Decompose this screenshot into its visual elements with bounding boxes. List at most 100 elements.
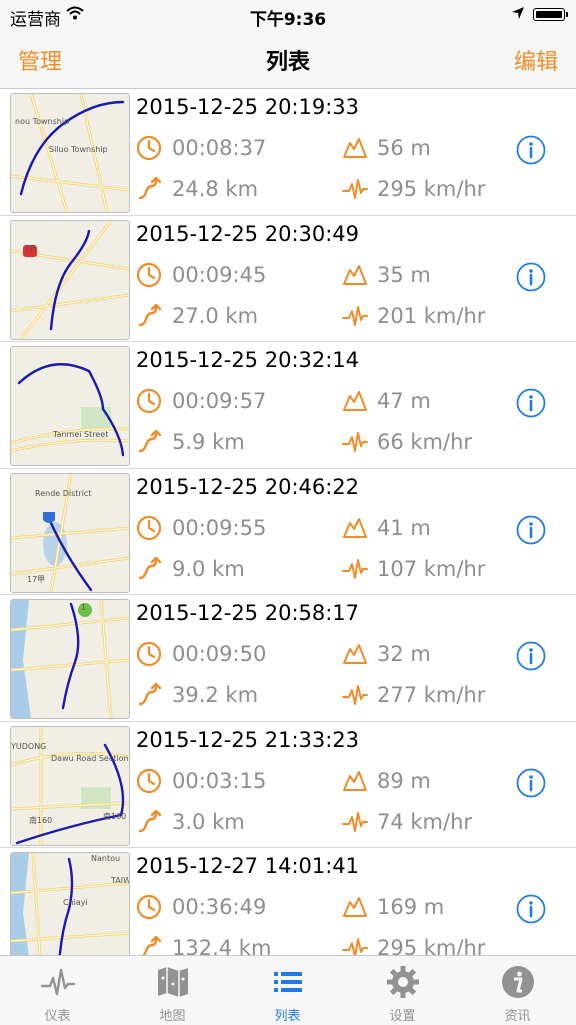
info-button[interactable] — [516, 768, 546, 798]
tab-list[interactable]: 列表 — [230, 956, 345, 1025]
map-thumbnail: 1 — [10, 599, 130, 719]
duration-value: 00:09:57 — [172, 389, 267, 413]
distance-value: 9.0 km — [172, 556, 245, 581]
tab-label: 设置 — [389, 1009, 416, 1024]
speed-value: 277 km/hr — [377, 683, 486, 707]
info-button[interactable] — [516, 388, 546, 418]
track-list[interactable]: nou Township Siluo Township 2015-12-25 20:… — [0, 89, 576, 955]
speed-value: 295 km/hr — [377, 936, 486, 955]
map-label: 南160 — [103, 811, 126, 821]
map-label: 南160 — [29, 815, 52, 825]
speed-icon — [342, 935, 368, 955]
mountain-icon — [342, 388, 368, 414]
info-button[interactable] — [516, 135, 546, 165]
altitude-value: 35 m — [377, 262, 431, 287]
tab-dashboard[interactable]: 仪表 — [0, 956, 115, 1025]
clock-icon — [136, 515, 162, 541]
track-date: 2015-12-27 14:01:41 — [136, 854, 360, 878]
clock-icon — [136, 388, 162, 414]
speed-value: 74 km/hr — [377, 809, 473, 834]
distance-icon — [136, 682, 162, 708]
track-date: 2015-12-25 20:30:49 — [136, 221, 360, 246]
map-label: nou Township — [15, 117, 69, 126]
tab-settings[interactable]: 设置 — [345, 956, 460, 1025]
tab-label: 仪表 — [44, 1009, 71, 1024]
info-button[interactable] — [516, 262, 546, 292]
altitude-value: 89 m — [377, 768, 431, 793]
map-icon — [158, 967, 188, 997]
list-item[interactable]: Nantou TAIWA Chiayi 2015-12-27 14:01:41 00:3… — [0, 848, 576, 955]
duration-value: 00:03:15 — [172, 768, 267, 793]
mountain-icon — [342, 262, 368, 288]
distance-icon — [136, 176, 162, 202]
duration-value: 00:08:37 — [172, 136, 267, 160]
map-label: YUDONG — [11, 742, 46, 751]
distance-value: 39.2 km — [172, 683, 259, 707]
info-icon — [502, 966, 534, 998]
gear-icon — [387, 966, 419, 998]
altitude-value: 41 m — [377, 515, 431, 540]
mountain-icon — [342, 768, 368, 794]
status-time: 下午9:36 — [249, 10, 327, 30]
list-item[interactable]: nou Township Siluo Township 2015-12-25 20:… — [0, 89, 576, 216]
edit-button[interactable]: 编辑 — [514, 44, 558, 76]
duration-value: 00:36:49 — [172, 895, 267, 919]
duration-value: 00:09:50 — [172, 642, 267, 666]
speed-icon — [342, 556, 368, 582]
map-thumbnail: Nantou TAIWA Chiayi — [10, 852, 130, 955]
clock-icon — [136, 641, 162, 667]
map-label: Chiayi — [63, 898, 88, 907]
altitude-value: 56 m — [377, 136, 431, 160]
altitude-value: 47 m — [377, 389, 431, 413]
speed-icon — [342, 682, 368, 708]
duration-value: 00:09:45 — [172, 262, 267, 287]
speed-icon — [342, 429, 368, 455]
altitude-value: 32 m — [377, 642, 431, 666]
distance-icon — [136, 935, 162, 955]
distance-value: 132.4 km — [172, 936, 272, 955]
list-item[interactable]: Rende District 17甲 2015-12-25 20:46:22 00:0… — [0, 469, 576, 595]
distance-icon — [136, 809, 162, 835]
list-item[interactable]: Dawu Road Section 2 YUDONG 南160 南160 2015-12… — [0, 722, 576, 848]
map-thumbnail: 78 — [10, 219, 130, 340]
location-arrow-icon — [512, 7, 524, 19]
clock-icon — [136, 894, 162, 920]
distance-value: 24.8 km — [172, 177, 259, 201]
list-item[interactable]: 78 2015-12-25 20:30:49 00:09:45 35 m 27.0 km… — [0, 216, 576, 342]
mountain-icon — [342, 641, 368, 667]
info-button[interactable] — [516, 641, 546, 671]
duration-value: 00:09:55 — [172, 515, 267, 540]
speed-value: 295 km/hr — [377, 177, 486, 201]
tab-label: 地图 — [159, 1009, 186, 1024]
tab-info[interactable]: 资讯 — [460, 956, 575, 1025]
map-thumbnail: Tanmei Street — [10, 346, 130, 466]
distance-icon — [136, 429, 162, 455]
distance-value: 5.9 km — [172, 430, 245, 454]
speed-icon — [342, 303, 368, 329]
track-date: 2015-12-25 21:33:23 — [136, 727, 360, 752]
list-item[interactable]: Tanmei Street 2015-12-25 20:32:14 00:09:57… — [0, 342, 576, 469]
tab-map[interactable]: 地图 — [115, 956, 230, 1025]
clock-icon — [136, 262, 162, 288]
distance-icon — [136, 556, 162, 582]
map-label: 1 — [81, 603, 86, 612]
speed-value: 66 km/hr — [377, 430, 473, 454]
map-label: Nantou — [91, 854, 120, 863]
altitude-value: 169 m — [377, 895, 445, 919]
track-date: 2015-12-25 20:32:14 — [136, 348, 360, 372]
distance-value: 27.0 km — [172, 303, 259, 328]
list-icon — [274, 972, 302, 992]
map-label: Dawu Road Section 2 — [51, 754, 129, 763]
speed-value: 107 km/hr — [377, 556, 486, 581]
map-label: Tanmei Street — [52, 430, 108, 439]
map-label: Siluo Township — [49, 145, 108, 154]
map-thumbnail: Rende District 17甲 — [10, 472, 130, 593]
track-date: 2015-12-25 20:58:17 — [136, 601, 360, 625]
info-button[interactable] — [516, 515, 546, 545]
map-label: 78 — [25, 244, 35, 253]
clock-icon — [136, 135, 162, 161]
tab-label: 资讯 — [504, 1009, 531, 1024]
info-button[interactable] — [516, 894, 546, 924]
list-item[interactable]: 1 2015-12-25 20:58:17 00:09:50 32 m 39.2 km 2… — [0, 595, 576, 722]
map-label: 17甲 — [27, 575, 45, 584]
